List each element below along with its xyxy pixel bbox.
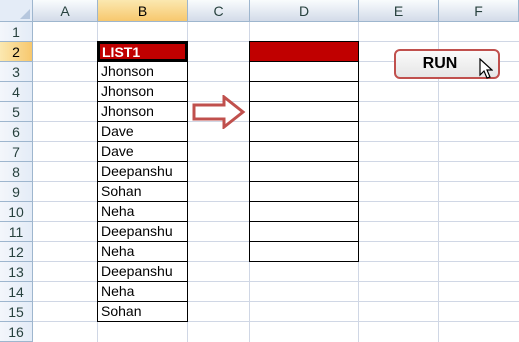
right-arrow-shape: [192, 95, 246, 129]
column-header-b[interactable]: B: [98, 0, 188, 22]
select-all-corner[interactable]: [0, 0, 33, 22]
row-header-10[interactable]: 10: [0, 202, 33, 222]
row-header-9[interactable]: 9: [0, 182, 33, 202]
output-cell[interactable]: [249, 221, 359, 242]
spreadsheet-grid: A B C D E F 1 2 3 4 5 6 7 8 9 10 11 12 1…: [0, 0, 519, 342]
output-cell[interactable]: [249, 81, 359, 102]
list-item-cell[interactable]: Deepanshu: [97, 261, 188, 282]
row-header-13[interactable]: 13: [0, 262, 33, 282]
list-item-cell[interactable]: Sohan: [97, 181, 188, 202]
row-header-3[interactable]: 3: [0, 62, 33, 82]
list-item-cell[interactable]: Neha: [97, 241, 188, 262]
output-cell[interactable]: [249, 201, 359, 222]
row-header-5[interactable]: 5: [0, 102, 33, 122]
mouse-cursor-icon: [479, 58, 493, 79]
output-cell[interactable]: [249, 181, 359, 202]
list-item-cell[interactable]: Dave: [97, 121, 188, 142]
list-item-cell[interactable]: Deepanshu: [97, 161, 188, 182]
row-header-4[interactable]: 4: [0, 82, 33, 102]
row-header-12[interactable]: 12: [0, 242, 33, 262]
list-item-cell[interactable]: Dave: [97, 141, 188, 162]
row-header-11[interactable]: 11: [0, 222, 33, 242]
output-cell[interactable]: [249, 61, 359, 82]
output-cell[interactable]: [249, 101, 359, 122]
list-item-cell[interactable]: Jhonson: [97, 61, 188, 82]
list-item-cell[interactable]: Deepanshu: [97, 221, 188, 242]
column-header-c[interactable]: C: [188, 0, 250, 22]
row-header-7[interactable]: 7: [0, 142, 33, 162]
row-header-16[interactable]: 16: [0, 322, 33, 342]
list-item-cell[interactable]: Jhonson: [97, 101, 188, 122]
row-header-14[interactable]: 14: [0, 282, 33, 302]
row-header-2[interactable]: 2: [0, 42, 33, 62]
column-header-f[interactable]: F: [439, 0, 519, 22]
output-cell[interactable]: [249, 241, 359, 262]
list-item-cell[interactable]: Neha: [97, 281, 188, 302]
output-cell[interactable]: [249, 121, 359, 142]
list-item-cell[interactable]: Neha: [97, 201, 188, 222]
row-header-6[interactable]: 6: [0, 122, 33, 142]
row-header-15[interactable]: 15: [0, 302, 33, 322]
list-header-cell[interactable]: LIST1: [97, 41, 188, 62]
column-header-d[interactable]: D: [250, 0, 359, 22]
output-cell[interactable]: [249, 161, 359, 182]
column-header-e[interactable]: E: [359, 0, 439, 22]
output-header-cell[interactable]: [249, 41, 359, 62]
list-item-cell[interactable]: Sohan: [97, 301, 188, 322]
row-header-8[interactable]: 8: [0, 162, 33, 182]
row-header-1[interactable]: 1: [0, 22, 33, 42]
list-item-cell[interactable]: Jhonson: [97, 81, 188, 102]
column-header-a[interactable]: A: [33, 0, 98, 22]
output-cell[interactable]: [249, 141, 359, 162]
